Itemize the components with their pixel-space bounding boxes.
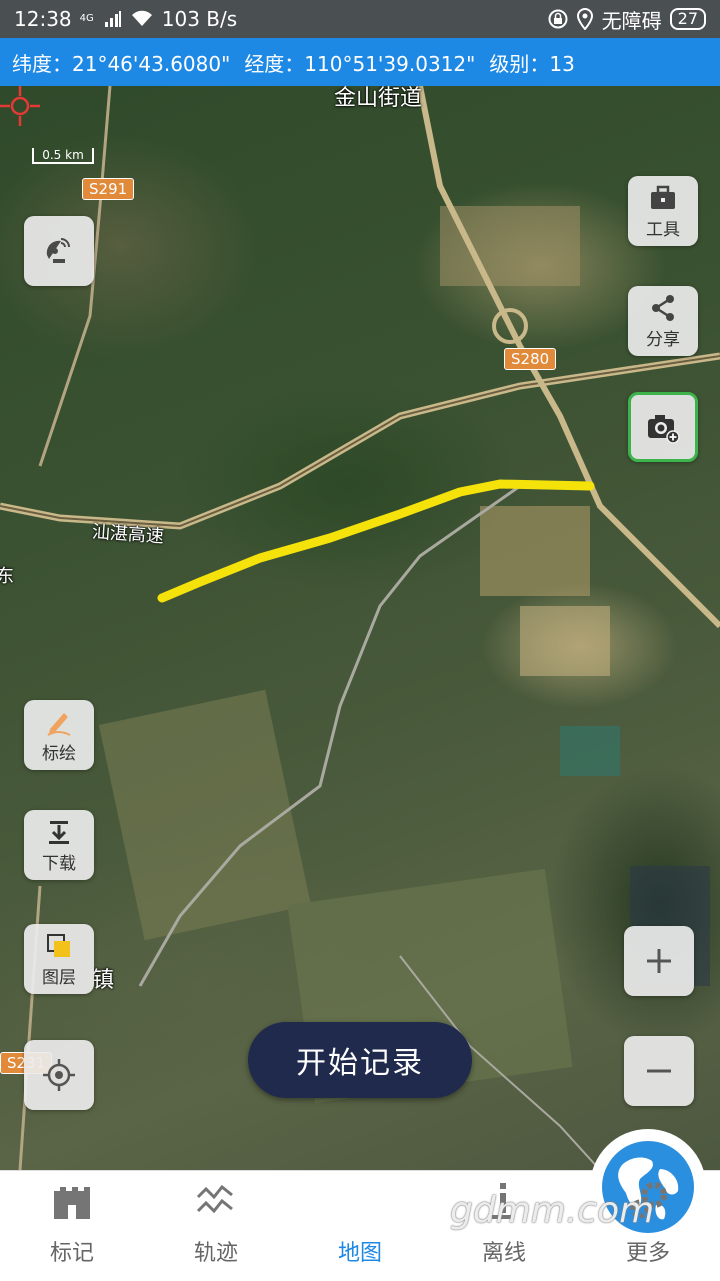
wifi-icon (131, 10, 152, 26)
map-label-expressway: 汕湛高速 (91, 521, 165, 548)
share-button[interactable]: 分享 (628, 286, 698, 356)
pen-icon (47, 712, 71, 736)
watermark: gdmm.com (450, 1190, 655, 1231)
zoom-out-button[interactable] (624, 1036, 694, 1106)
location-icon (576, 8, 593, 30)
nav-label-more: 更多 (625, 1241, 670, 1266)
satellite-dish-icon (46, 238, 70, 263)
expressway-road (0, 352, 720, 530)
farmland-patches (98, 206, 710, 1104)
status-bar: 12:38 4G 103 B/s 无障碍 27 (0, 0, 720, 38)
map-label-left-edge: 东 (0, 566, 14, 587)
status-time: 12:38 (14, 7, 72, 31)
download-button[interactable]: 下载 (24, 810, 94, 880)
latitude-readout: 纬度：21°46'43.6080" (12, 51, 231, 76)
longitude-readout: 经度：110°51'39.0312" (244, 51, 476, 76)
camera-button[interactable] (628, 392, 698, 462)
locate-button[interactable] (24, 1040, 94, 1110)
map-label-jinshan: 金山街道 (334, 86, 423, 111)
coordinate-bar: 纬度：21°46'43.6080" 经度：110°51'39.0312" 级别：… (0, 38, 720, 86)
tools-button[interactable]: 工具 (628, 176, 698, 246)
plus-icon (647, 949, 671, 973)
draw-label: 标绘 (42, 743, 76, 764)
network-speed: 103 B/s (161, 7, 238, 31)
road-badge-s280: S280 (504, 348, 557, 370)
share-icon (652, 294, 674, 321)
castle-icon (54, 1187, 90, 1219)
layers-label: 图层 (42, 967, 76, 988)
network-type: 4G (79, 13, 94, 24)
accessibility-label: 无障碍 (601, 8, 662, 33)
nav-label-track: 轨迹 (193, 1241, 238, 1266)
signal-icon (104, 11, 121, 27)
draw-button[interactable]: 标绘 (24, 700, 94, 770)
share-label: 分享 (646, 329, 680, 350)
tools-label: 工具 (646, 219, 680, 240)
battery-indicator: 27 (669, 8, 706, 30)
road-badge-s291: S291 (82, 178, 135, 200)
nav-item-map[interactable]: 地图 (288, 1129, 706, 1281)
layers-icon (47, 933, 70, 957)
toolbox-icon (651, 185, 675, 209)
start-record-button[interactable]: 开始记录 (248, 1022, 472, 1098)
locate-icon (43, 1059, 75, 1091)
zoom-level-readout: 级别：13 (489, 51, 575, 76)
lock-icon (548, 9, 568, 29)
nav-item-mark[interactable]: 标记 (0, 1171, 144, 1281)
camera-icon (648, 415, 680, 444)
map-label-town: 镇 (92, 968, 115, 993)
nav-label-mark: 标记 (49, 1241, 94, 1266)
download-icon (49, 820, 69, 844)
map-features (0, 86, 720, 1170)
layers-button[interactable]: 图层 (24, 924, 94, 994)
minus-icon (647, 1069, 671, 1073)
map-center-crosshair (0, 86, 40, 126)
download-label: 下载 (42, 853, 76, 874)
track-icon (196, 1184, 233, 1214)
map-view[interactable]: 0.5 km 金山街道 汕湛高速 镇 东 S291 S280 S231 (0, 86, 720, 1170)
zoom-in-button[interactable] (624, 926, 694, 996)
satellite-layer-button[interactable] (24, 216, 94, 286)
nav-label-map: 地图 (337, 1241, 382, 1266)
nav-label-offline: 离线 (481, 1241, 526, 1266)
nav-item-track[interactable]: 轨迹 (144, 1171, 288, 1281)
map-scale-bar: 0.5 km (32, 148, 94, 164)
